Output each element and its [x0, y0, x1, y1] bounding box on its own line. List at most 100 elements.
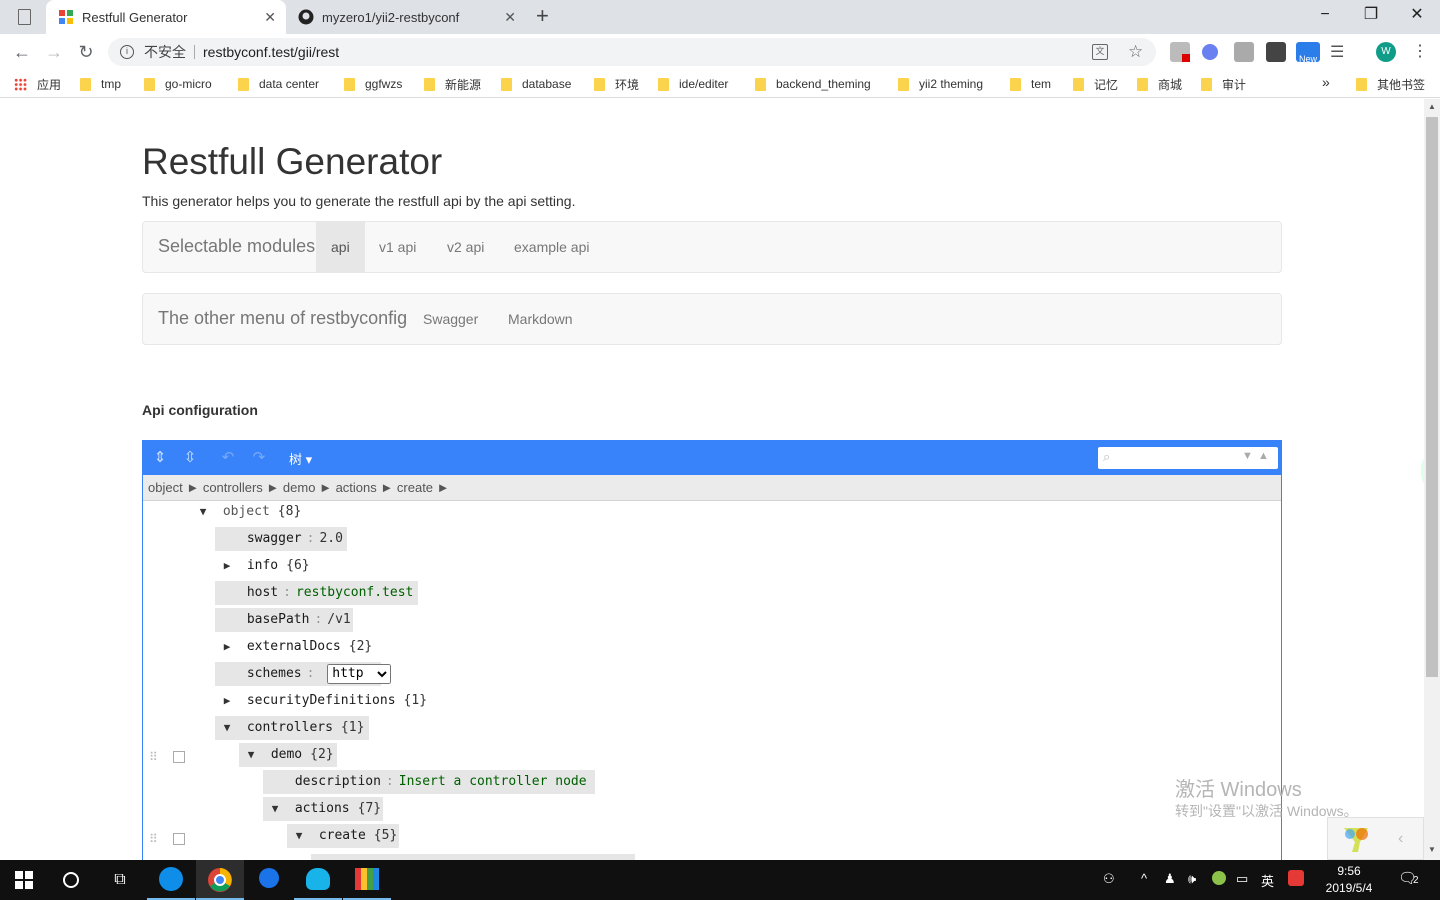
nav-item-swagger[interactable]: Swagger	[408, 294, 493, 344]
page-scrollbar[interactable]: ▲ ▼	[1424, 99, 1440, 860]
close-window-button[interactable]: ✕	[1394, 0, 1440, 30]
node-key[interactable]: host	[247, 585, 278, 600]
tab-github[interactable]: myzero1/yii2-restbyconf ✕	[286, 0, 526, 34]
maximize-button[interactable]: ❐	[1348, 0, 1394, 30]
node-value[interactable]: Insert a controller node	[399, 774, 587, 789]
node-value[interactable]: /v1	[327, 612, 350, 627]
collapsed-toggle-icon[interactable]: ▶	[215, 635, 239, 659]
mode-dropdown[interactable]: 树 ▾	[289, 449, 312, 468]
bookmark-item[interactable]: yii2 theming	[898, 76, 983, 92]
tree-node[interactable]: ▼ create {5}	[287, 824, 399, 848]
node-value[interactable]: 2.0	[319, 531, 342, 546]
search-cortana-icon[interactable]	[57, 866, 85, 894]
context-menu-icon[interactable]	[173, 833, 185, 845]
cloud-app-icon[interactable]	[294, 860, 342, 900]
bookmark-item[interactable]: 环境	[594, 76, 639, 92]
node-key[interactable]: create	[319, 828, 366, 843]
bookmark-apps[interactable]: 应用	[14, 76, 61, 92]
node-key[interactable]: swagger	[247, 531, 302, 546]
menu-kebab-icon[interactable]: ⋮	[1412, 41, 1428, 61]
node-key[interactable]: securityDefinitions	[247, 693, 396, 708]
reading-list-icon[interactable]: ☰	[1330, 42, 1344, 62]
teamviewer-app-icon[interactable]	[147, 860, 195, 900]
address-bar[interactable]: i 不安全 restbyconf.test/gii/rest 文 ☆	[108, 38, 1156, 66]
tree-node[interactable]: ▶ externalDocs {2}	[215, 635, 373, 659]
extension-3-icon[interactable]	[1234, 42, 1254, 62]
qq-tray-icon[interactable]: ♟	[1164, 871, 1176, 887]
bookmark-item[interactable]: tem	[1010, 76, 1051, 92]
bookmark-star-icon[interactable]: ☆	[1128, 38, 1143, 66]
collapse-all-icon[interactable]: ⇳	[180, 448, 200, 468]
context-menu-icon[interactable]	[173, 751, 185, 763]
new-tab-button[interactable]: +	[536, 3, 549, 29]
extension-1-icon[interactable]	[1170, 42, 1190, 62]
forward-icon[interactable]: →	[42, 40, 66, 64]
reload-icon[interactable]: ↻	[74, 40, 98, 64]
minimize-button[interactable]: −	[1302, 0, 1348, 30]
expanded-toggle-icon[interactable]: ▼	[215, 716, 239, 740]
tree-node[interactable]: ▶ securityDefinitions {1}	[215, 689, 427, 713]
expand-all-icon[interactable]: ⇕	[150, 448, 170, 468]
sogou-tray-icon[interactable]	[1288, 870, 1304, 889]
windows-start-icon[interactable]	[10, 866, 38, 894]
task-view-icon[interactable]: ⧉	[106, 866, 134, 894]
ime-indicator[interactable]: 英	[1261, 871, 1274, 890]
tree-node[interactable]: ▼ actions {7}	[263, 797, 383, 821]
bookmarks-overflow-button[interactable]: »	[1322, 74, 1330, 90]
extension-2-icon[interactable]	[1202, 44, 1218, 60]
taskbar-clock[interactable]: 9:56 2019/5/4	[1314, 863, 1384, 897]
nav-item-v2-api[interactable]: v2 api	[432, 222, 499, 272]
expanded-toggle-icon[interactable]: ▼	[263, 797, 287, 821]
breadcrumb-item[interactable]: create	[397, 480, 433, 495]
tree-node[interactable]: swagger:2.0	[215, 527, 347, 551]
bookmark-item[interactable]: database	[501, 76, 571, 92]
bookmark-item[interactable]: tmp	[80, 76, 121, 92]
collapsed-toggle-icon[interactable]: ▶	[215, 554, 239, 578]
bookmark-item[interactable]: 审计	[1201, 76, 1246, 92]
scroll-down-icon[interactable]: ▼	[1428, 845, 1436, 854]
page-icon[interactable]	[18, 9, 31, 25]
bookmark-other[interactable]: 其他书签	[1356, 76, 1425, 92]
node-key[interactable]: description	[295, 774, 381, 789]
search-next-icon[interactable]: ▼	[1242, 450, 1253, 462]
breadcrumb-item[interactable]: actions	[336, 480, 377, 495]
nav-item-markdown[interactable]: Markdown	[493, 294, 588, 344]
node-key[interactable]: demo	[271, 747, 302, 762]
tree-node[interactable]: host: restbyconf.test	[215, 581, 418, 605]
node-key[interactable]: controllers	[247, 720, 333, 735]
action-center-icon[interactable]: 🗨2	[1398, 869, 1419, 887]
volume-icon[interactable]: 🕪	[1188, 871, 1196, 887]
breadcrumb-item[interactable]: demo	[283, 480, 316, 495]
breadcrumb-item[interactable]: controllers	[203, 480, 263, 495]
bookmark-item[interactable]: ggfwzs	[344, 76, 402, 92]
bookmark-item[interactable]: ide/editer	[658, 76, 728, 92]
toolbox-app-icon[interactable]	[343, 860, 391, 900]
show-hidden-icons-icon[interactable]: ^	[1141, 871, 1147, 886]
search-previous-icon[interactable]: ▲	[1258, 450, 1269, 462]
close-tab-icon[interactable]: ✕	[504, 9, 516, 26]
bookmark-item[interactable]: 商城	[1137, 76, 1182, 92]
extension-4-icon[interactable]	[1266, 42, 1286, 62]
security-tray-icon[interactable]	[1212, 871, 1226, 888]
translate-icon[interactable]: 文	[1092, 44, 1108, 60]
node-key[interactable]: externalDocs	[247, 639, 341, 654]
scrollbar-thumb[interactable]	[1426, 117, 1438, 677]
tab-restfull-generator[interactable]: Restfull Generator ✕	[46, 0, 286, 34]
expanded-toggle-icon[interactable]: ▼	[239, 743, 263, 767]
yii-debug-toolbar[interactable]: ‹	[1327, 817, 1424, 860]
tree-node[interactable]: description: Insert a controller node	[263, 770, 595, 794]
node-key[interactable]: basePath	[247, 612, 310, 627]
people-icon[interactable]: ⚇	[1103, 871, 1115, 887]
node-value[interactable]: restbyconf.test	[296, 585, 413, 600]
bookmark-item[interactable]: 新能源	[424, 76, 481, 92]
bookmark-item[interactable]: go-micro	[144, 76, 212, 92]
undo-icon[interactable]: ↶	[218, 448, 238, 468]
drag-handle-icon[interactable]: ⠿	[149, 750, 159, 764]
scroll-up-icon[interactable]: ▲	[1428, 102, 1436, 111]
drag-handle-icon[interactable]: ⠿	[149, 832, 159, 846]
maps-app-icon[interactable]	[245, 860, 293, 900]
profile-avatar[interactable]: W	[1376, 42, 1396, 62]
toolbar-collapse-icon[interactable]: ‹	[1398, 830, 1403, 848]
extension-new-icon[interactable]: New	[1296, 42, 1320, 64]
nav-item-v1-api[interactable]: v1 api	[364, 222, 431, 272]
